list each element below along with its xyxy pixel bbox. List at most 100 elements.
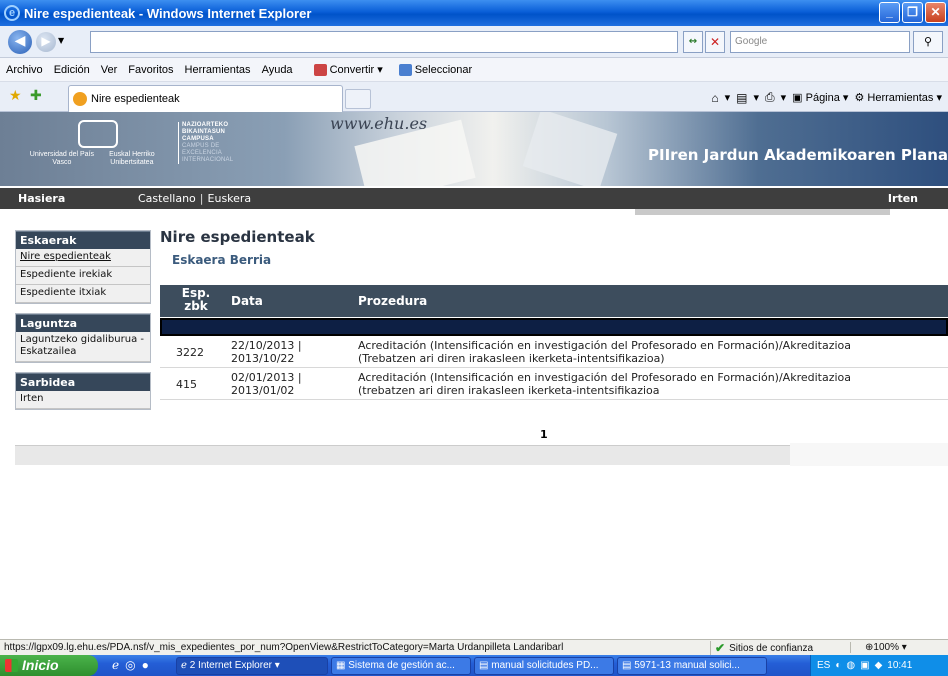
home-icon[interactable]: ⌂ (711, 91, 718, 105)
close-window-button[interactable]: ✕ (925, 2, 946, 23)
maximize-button[interactable]: ❐ (902, 2, 923, 23)
print-icon[interactable]: ⎙ (765, 90, 775, 105)
lang-castellano-link[interactable]: Castellano (138, 192, 196, 205)
menu-ver[interactable]: Ver (101, 64, 118, 76)
banner-paper-graphic (522, 112, 618, 186)
minimize-button[interactable]: _ (879, 2, 900, 23)
sidebar-item-help-guide[interactable]: Laguntzeko gidaliburua - Eskatzailea (16, 332, 150, 362)
campus-line: EXCELENCIA (182, 150, 223, 156)
date-line: 02/01/2013 | (231, 371, 302, 384)
date-line: 2013/01/02 (231, 384, 295, 397)
new-tab-button[interactable] (345, 89, 371, 109)
taskbar-item-label: manual solicitudes PD... (491, 660, 599, 671)
back-button[interactable]: ◀ (8, 30, 32, 54)
page-menu[interactable]: ▣ Página ▾ (792, 91, 848, 104)
cell-date: 02/01/2013 | 2013/01/02 (231, 371, 302, 397)
clock: 10:41 (887, 660, 913, 671)
feeds-icon[interactable]: ▤ (736, 91, 747, 105)
zoom-control[interactable]: ⊕100% ▾ (850, 642, 907, 653)
word-icon: ▤ (622, 660, 632, 671)
menu-ayuda[interactable]: Ayuda (262, 64, 293, 76)
tools-menu[interactable]: ⚙ Herramientas ▾ (854, 91, 942, 104)
security-zone-label: Sitios de confianza (729, 642, 814, 654)
top-navigation: Hasiera Castellano | Euskera Irten (0, 188, 948, 209)
sidebar-item-logout[interactable]: Irten (16, 391, 150, 409)
menu-favoritos[interactable]: Favoritos (128, 64, 173, 76)
windows-flag-icon (5, 659, 18, 672)
new-request-link[interactable]: Eskaera Berria (172, 253, 948, 267)
menu-herramientas[interactable]: Herramientas (185, 64, 251, 76)
sidebar-item-nire-espedienteak[interactable]: Nire espedienteak (16, 249, 150, 267)
address-input[interactable] (90, 31, 678, 53)
procedure-line: (trebatzen ari diren irakasleen ikerketa… (358, 384, 660, 397)
add-favorites-icon[interactable]: ✚ (30, 88, 42, 104)
search-button[interactable]: ⚲ (913, 31, 943, 53)
column-header-prozedura[interactable]: Prozedura (358, 294, 427, 308)
column-header-data[interactable]: Data (231, 294, 263, 308)
lang-euskera-link[interactable]: Euskera (208, 192, 252, 205)
cell-procedure[interactable]: Acreditación (Intensificación en investi… (358, 371, 948, 397)
sidebar-item-espediente-itxiak[interactable]: Espediente itxiak (16, 285, 150, 303)
history-dropdown-icon[interactable]: ▼ (58, 36, 64, 45)
cell-procedure[interactable]: Acreditación (Intensificación en investi… (358, 339, 948, 365)
nav-home-link[interactable]: Hasiera (18, 192, 138, 205)
campus-line: INTERNACIONAL (182, 157, 234, 163)
menu-archivo[interactable]: Archivo (6, 64, 43, 76)
taskbar-item-5971-manual[interactable]: ▤ 5971-13 manual solici... (617, 657, 767, 675)
browser-quicklaunch-icon[interactable]: ◎ (125, 658, 135, 672)
forward-button[interactable]: ▶ (36, 32, 56, 52)
lang-separator: | (199, 192, 204, 205)
select-button[interactable]: Seleccionar (398, 63, 472, 76)
category-row-selected[interactable] (160, 318, 948, 336)
security-zone[interactable]: ✔ Sitios de confianza (710, 641, 813, 655)
table-row[interactable]: 3222 22/10/2013 | 2013/10/22 Acreditació… (160, 336, 948, 368)
language-indicator[interactable]: ES (817, 660, 830, 671)
application-title: PIIren Jardun Akademikoaren Plana (648, 146, 948, 164)
tray-app-icon[interactable]: ◆ (875, 660, 883, 671)
favorites-star-icon[interactable]: ★ (9, 88, 22, 104)
table-header: Esp. zbk Data Prozedura (160, 285, 948, 317)
network-icon[interactable]: ▣ (860, 660, 869, 671)
column-header-esp-zbk[interactable]: Esp. zbk (176, 287, 216, 313)
taskbar-item-internet-explorer[interactable]: ℯ 2 Internet Explorer ▾ (176, 657, 328, 675)
ehu-logo-icon (78, 120, 118, 148)
search-input[interactable]: Google (730, 31, 910, 53)
pdf-convert-icon (313, 63, 327, 76)
tab-nire-espedienteak[interactable]: Nire espedienteak (68, 85, 343, 112)
gear-icon: ⚙ (854, 92, 865, 104)
stop-button[interactable]: ✕ (705, 31, 725, 53)
refresh-button[interactable]: ↔ (683, 31, 703, 53)
convert-label: Convertir (329, 63, 375, 76)
cell-date: 22/10/2013 | 2013/10/22 (231, 339, 302, 365)
tray-app-icon[interactable]: ◐ (835, 660, 841, 671)
taskbar-item-sistema-gestion[interactable]: ▦ Sistema de gestión ac... (331, 657, 471, 675)
procedure-line: (Trebatzen ari diren irakasleen ikerketa… (358, 352, 665, 365)
taskbar-item-label: Sistema de gestión ac... (348, 660, 455, 671)
taskbar-item-manual-solicitudes[interactable]: ▤ manual solicitudes PD... (474, 657, 614, 675)
sidebar-item-espediente-irekiak[interactable]: Espediente irekiak (16, 267, 150, 285)
menu-bar: Archivo Edición Ver Favoritos Herramient… (0, 58, 948, 82)
university-logo[interactable]: Universidad del País Vasco Euskal Herrik… (28, 120, 168, 167)
page-favicon-icon (73, 92, 87, 106)
tray-app-icon[interactable]: ◍ (846, 660, 855, 671)
cell-number: 3222 (176, 346, 204, 359)
campus-line: NAZIOARTEKO (182, 122, 229, 128)
convert-pdf-button[interactable]: Convertir ▾ (313, 63, 383, 76)
app-quicklaunch-icon[interactable]: ● (142, 658, 149, 672)
checkmark-icon: ✔ (715, 641, 726, 655)
page-title: Nire espedienteak (160, 228, 315, 246)
table-row[interactable]: 415 02/01/2013 | 2013/01/02 Acreditación… (160, 368, 948, 400)
windows-taskbar: Inicio ℯ ◎ ● ℯ 2 Internet Explorer ▾ ▦ S… (0, 655, 948, 676)
sidebar-group-laguntza: Laguntza Laguntzeko gidaliburua - Eskatz… (15, 313, 151, 363)
start-label: Inicio (22, 657, 59, 673)
procedure-line: Acreditación (Intensificación en investi… (358, 371, 852, 384)
nav-logout-link[interactable]: Irten (888, 192, 918, 205)
start-button[interactable]: Inicio (0, 655, 98, 676)
footer-right-panel (790, 443, 948, 466)
menu-edicion[interactable]: Edición (54, 64, 90, 76)
sidebar-group-eskaerak: Eskaerak Nire espedienteak Espediente ir… (15, 230, 151, 304)
ie-quicklaunch-icon[interactable]: ℯ (112, 658, 119, 672)
page-menu-label: Página (805, 92, 840, 104)
pagination-page-1[interactable]: 1 (540, 428, 548, 441)
date-line: 2013/10/22 (231, 352, 295, 365)
